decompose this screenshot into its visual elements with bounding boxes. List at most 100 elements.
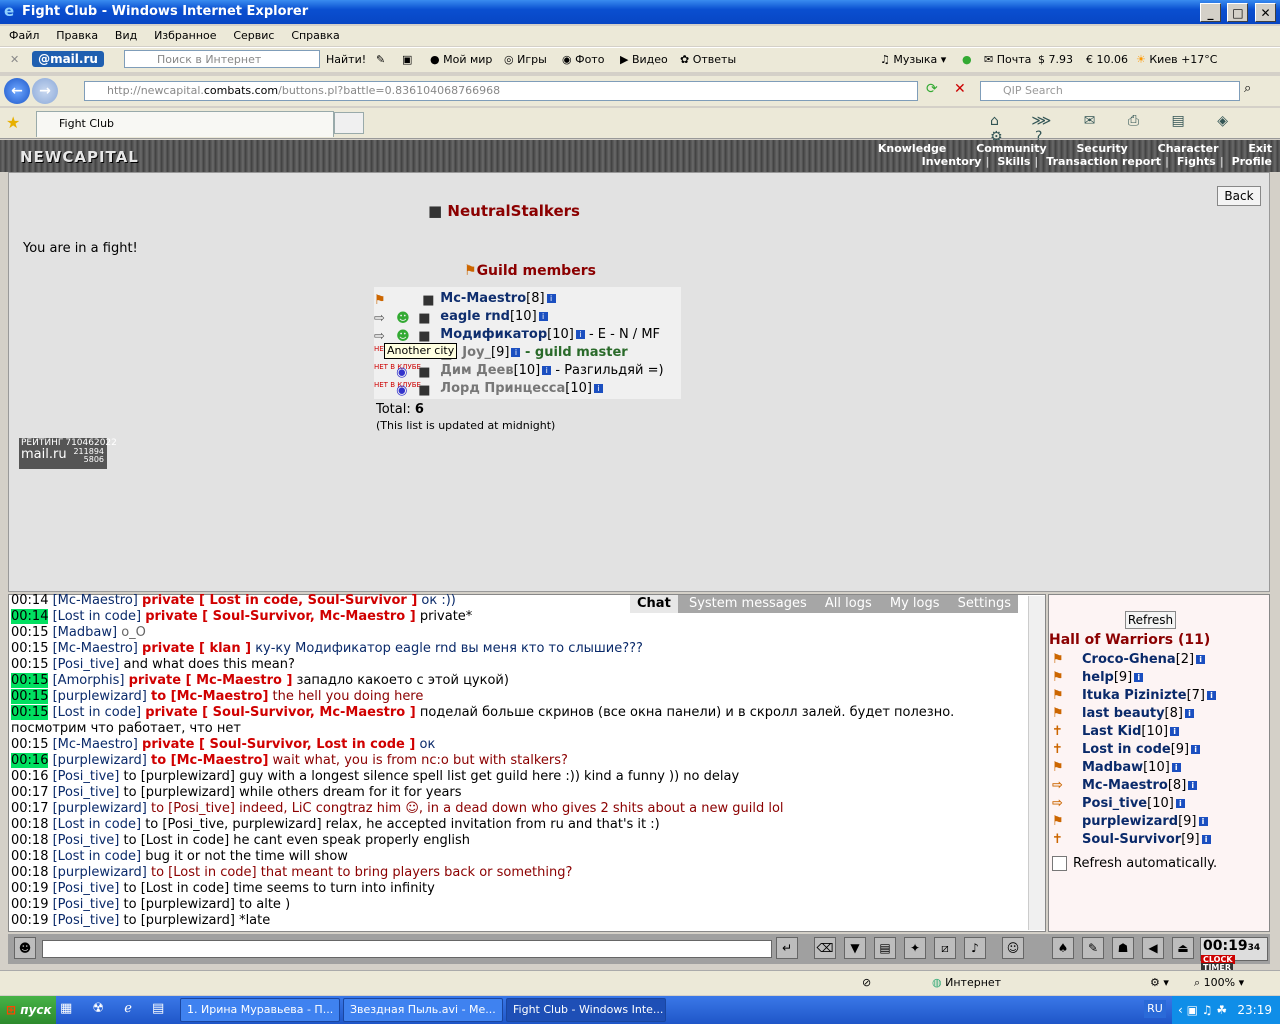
chat-nick[interactable]: [purplewizard]: [53, 865, 147, 880]
address-bar[interactable]: http://newcapital.combats.com/buttons.pl…: [84, 81, 918, 101]
chat-nick[interactable]: [Posi_tive]: [53, 913, 120, 928]
start-button[interactable]: ⊞ пуск: [0, 996, 56, 1024]
menu-help[interactable]: Справка: [291, 26, 339, 46]
chat-private[interactable]: private [ Mc-Maestro ]: [129, 673, 293, 688]
chat-time[interactable]: 00:15: [11, 673, 49, 688]
nav-exit[interactable]: Exit: [1248, 142, 1272, 155]
chat-time[interactable]: 00:19: [11, 881, 48, 896]
nav-profile[interactable]: Profile: [1232, 155, 1272, 168]
chat-time[interactable]: 00:14: [11, 609, 49, 624]
auto-refresh-toggle[interactable]: Refresh automatically.: [1052, 856, 1217, 871]
chat-nick[interactable]: [Lost in code]: [53, 609, 141, 624]
chat-time[interactable]: 00:15: [11, 625, 48, 640]
toolbar-games[interactable]: ◎ Игры: [504, 48, 547, 72]
toolbar-photo[interactable]: ◉ Фото: [562, 48, 604, 72]
forward-arrow-icon[interactable]: →: [32, 78, 58, 104]
megaphone-icon[interactable]: ◀: [1142, 937, 1164, 959]
info-icon[interactable]: i: [1198, 817, 1208, 826]
chat-time[interactable]: 00:19: [11, 913, 48, 928]
language-indicator[interactable]: RU: [1144, 1000, 1166, 1018]
eraser-icon[interactable]: ⌫: [814, 937, 836, 959]
toolbar-close-icon[interactable]: ✕: [10, 48, 19, 72]
mailru-logo[interactable]: @mail.ru: [32, 51, 104, 67]
smiley-icon[interactable]: ☺: [1002, 937, 1024, 959]
tab-system-messages[interactable]: System messages: [682, 595, 814, 613]
nav-character[interactable]: Character: [1158, 142, 1219, 155]
refresh-icon[interactable]: ⟳: [926, 81, 938, 97]
chat-private[interactable]: private [ klan ]: [142, 641, 251, 656]
group-icon[interactable]: ☗: [1112, 937, 1134, 959]
menu-edit[interactable]: Правка: [56, 26, 98, 46]
find-button[interactable]: Найти!: [326, 48, 366, 72]
toolbar-weather[interactable]: ☀ Киев +17°C: [1136, 48, 1217, 72]
tab-chat[interactable]: Chat: [630, 595, 678, 613]
chat-nick[interactable]: [Mc-Maestro]: [53, 641, 138, 656]
toolbar-mail[interactable]: ✉ Почта: [984, 48, 1031, 72]
warrior-name[interactable]: Madbaw: [1082, 760, 1143, 775]
warrior-name[interactable]: Ituka Pizinizte: [1082, 688, 1187, 703]
info-icon[interactable]: i: [1170, 727, 1180, 736]
back-arrow-icon[interactable]: ←: [4, 78, 30, 104]
chat-nick[interactable]: [Posi_tive]: [53, 897, 120, 912]
chat-time[interactable]: 00:14: [11, 593, 48, 608]
chat-to[interactable]: to [Mc-Maestro]: [151, 689, 268, 704]
info-icon[interactable]: i: [1184, 709, 1194, 718]
chat-nick[interactable]: [Posi_tive]: [53, 881, 120, 896]
toolbar-video[interactable]: ▶ Видео: [620, 48, 668, 72]
chat-avatar-icon[interactable]: ☻: [14, 937, 36, 959]
close-button[interactable]: ✕: [1255, 3, 1276, 22]
taskbar-item-video[interactable]: Звездная Пыль.avi - Me...: [343, 998, 503, 1022]
toolbar-search-input[interactable]: Поиск в Интернет: [124, 50, 320, 68]
new-tab-button[interactable]: [334, 112, 364, 134]
toolbar-my-world[interactable]: ● Мой мир: [430, 48, 492, 72]
chat-nick[interactable]: [Madbaw]: [53, 625, 117, 640]
chat-time[interactable]: 00:15: [11, 641, 48, 656]
info-icon[interactable]: i: [1175, 799, 1185, 808]
favorites-star-icon[interactable]: ★: [6, 113, 20, 132]
menu-tools[interactable]: Сервис: [233, 26, 274, 46]
warrior-name[interactable]: Last Kid: [1082, 724, 1141, 739]
chat-nick[interactable]: [Lost in code]: [53, 817, 141, 832]
menu-view[interactable]: Вид: [115, 26, 137, 46]
chat-nick[interactable]: [Posi_tive]: [53, 785, 120, 800]
info-icon[interactable]: i: [1134, 673, 1144, 682]
info-icon[interactable]: i: [546, 294, 556, 303]
chat-private[interactable]: private [ Soul-Survivor, Mc-Maestro ]: [145, 609, 416, 624]
chat-nick[interactable]: [purplewizard]: [53, 753, 147, 768]
member-name[interactable]: Модификатор: [440, 327, 547, 342]
filter-icon[interactable]: ▼: [844, 937, 866, 959]
nav-transaction-report[interactable]: Transaction report: [1046, 155, 1161, 168]
maximize-button[interactable]: □: [1227, 3, 1249, 22]
chat-time[interactable]: 00:16: [11, 769, 48, 784]
warrior-name[interactable]: Lost in code: [1082, 742, 1171, 757]
chat-private[interactable]: private [ Lost in code, Soul-Survivor ]: [142, 593, 417, 608]
info-icon[interactable]: i: [593, 384, 603, 393]
exit-icon[interactable]: ⏏: [1172, 937, 1194, 959]
menu-file[interactable]: Файл: [9, 26, 39, 46]
chat-scrollbar[interactable]: [1028, 596, 1045, 930]
translit-icon[interactable]: ▤: [874, 937, 896, 959]
info-icon[interactable]: i: [538, 312, 548, 321]
warrior-name[interactable]: help: [1082, 670, 1114, 685]
chat-private[interactable]: private [ Soul-Survivor, Mc-Maestro ]: [145, 705, 416, 720]
nav-knowledge[interactable]: Knowledge: [878, 142, 947, 155]
info-icon[interactable]: i: [1191, 745, 1201, 754]
mailru-rating-counter[interactable]: РЕЙТИНГ 710462022 mail.ru 211894 5806: [19, 438, 117, 469]
chat-time[interactable]: 00:15: [11, 737, 48, 752]
chat-nick[interactable]: [Posi_tive]: [53, 769, 120, 784]
chat-input[interactable]: [42, 940, 772, 958]
warrior-name[interactable]: Croco-Ghena: [1082, 652, 1176, 667]
pencil-icon[interactable]: ✎: [376, 48, 385, 72]
refresh-button[interactable]: Refresh: [1125, 611, 1176, 629]
scroll-icon[interactable]: ✎: [1082, 937, 1104, 959]
chat-to[interactable]: to [Mc-Maestro]: [151, 753, 268, 768]
nav-fights[interactable]: Fights: [1177, 155, 1216, 168]
warrior-name[interactable]: last beauty: [1082, 706, 1165, 721]
tray-icons[interactable]: ‹ ▣ ♫ ☘: [1178, 1003, 1227, 1017]
chat-nick[interactable]: [Posi_tive]: [53, 657, 120, 672]
nav-skills[interactable]: Skills: [997, 155, 1030, 168]
member-name[interactable]: Дим Деев: [440, 363, 513, 378]
auto-refresh-checkbox[interactable]: [1052, 856, 1067, 871]
member-name[interactable]: Joy_: [462, 345, 491, 360]
chat-nick[interactable]: [Amorphis]: [53, 673, 125, 688]
